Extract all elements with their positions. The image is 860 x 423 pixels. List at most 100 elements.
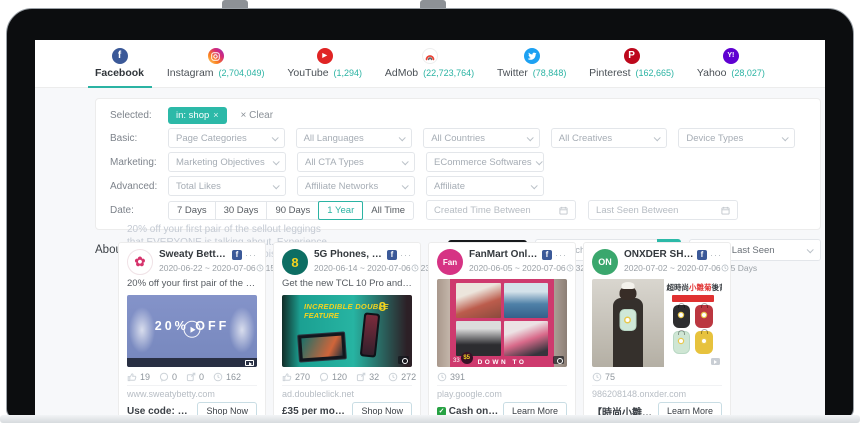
- ad-creative-image[interactable]: DOWN TO 33 $5: [437, 279, 567, 367]
- dropdown-ecommerce-softwares[interactable]: ECommerce Softwares: [426, 152, 544, 172]
- ad-domain[interactable]: www.sweatybetty.com: [127, 385, 257, 399]
- dropdown-creatives[interactable]: All Creatives: [551, 128, 668, 148]
- date-30-days-button[interactable]: 30 Days: [215, 201, 268, 220]
- date-range-segment: 7 Days 30 Days 90 Days 1 Year All Time: [168, 201, 414, 220]
- card-menu-icon[interactable]: ···: [710, 250, 722, 260]
- ad-creative-video[interactable]: 20% OFF: [127, 295, 257, 367]
- clock-icon: [437, 372, 447, 382]
- ad-card[interactable]: ✿ Sweaty Betty London | Wom… f ··· 2020-…: [118, 242, 266, 417]
- ad-date-range: 2020-07-02 ~ 2020-07-06: [624, 263, 721, 273]
- photo-type-icon: [553, 356, 564, 364]
- tab-pinterest[interactable]: P Pinterest (162,665): [589, 40, 674, 88]
- ad-creative-image[interactable]: 超時尚小雛菊後背包: [592, 279, 722, 367]
- model-photo: [592, 279, 664, 367]
- clock-icon: [213, 372, 223, 382]
- shoe-photo: [456, 283, 501, 318]
- date-90-days-button[interactable]: 90 Days: [266, 201, 319, 220]
- yahoo-icon: Y!: [723, 48, 739, 64]
- facebook-icon: f: [232, 250, 242, 260]
- selected-label: Selected:: [110, 110, 168, 121]
- tab-twitter[interactable]: Twitter (78,848): [497, 40, 566, 88]
- last-seen-between-input[interactable]: Last Seen Between: [588, 200, 738, 220]
- like-stat: 19: [127, 372, 150, 382]
- expand-icon[interactable]: [711, 358, 720, 365]
- duration-stat: 162: [213, 372, 241, 382]
- advertiser-name[interactable]: FanMart Online Shopping - F…: [469, 249, 539, 260]
- backpack-variant: [695, 305, 713, 328]
- card-menu-icon[interactable]: ···: [555, 250, 567, 260]
- dropdown-affiliate[interactable]: Affiliate: [426, 176, 544, 196]
- play-icon[interactable]: [184, 321, 201, 338]
- chevron-down-icon: [654, 134, 661, 141]
- chevron-down-icon: [807, 246, 814, 253]
- tab-admob[interactable]: AdMob (22,723,764): [385, 40, 474, 88]
- advertiser-name[interactable]: 5G Phones, Tablets & SIMs | …: [314, 249, 384, 260]
- backpack-variant: [673, 331, 691, 354]
- video-expand-icon[interactable]: [245, 360, 254, 366]
- dropdown-marketing-objectives[interactable]: Marketing Objectives: [168, 152, 286, 172]
- tab-youtube[interactable]: ▶ YouTube (1,294): [287, 40, 362, 88]
- comment-icon: [319, 372, 329, 382]
- chevron-down-icon: [782, 134, 789, 141]
- ad-domain[interactable]: ad.doubleclick.net: [282, 385, 412, 399]
- ad-card[interactable]: Fan FanMart Online Shopping - F… f ··· 2…: [428, 242, 576, 417]
- date-all-time-button[interactable]: All Time: [362, 201, 414, 220]
- ad-card[interactable]: 8 5G Phones, Tablets & SIMs | … f ··· 20…: [273, 242, 421, 417]
- ad-domain[interactable]: play.google.com: [437, 385, 567, 399]
- youtube-icon: ▶: [317, 48, 333, 64]
- tab-yahoo[interactable]: Y! Yahoo (28,027): [697, 40, 765, 88]
- dropdown-total-likes[interactable]: Total Likes: [168, 176, 286, 196]
- filter-row-date: Date: 7 Days 30 Days 90 Days 1 Year All …: [110, 198, 806, 222]
- ad-text: Get the new TCL 10 Pro and bag a free TC…: [282, 278, 412, 291]
- selected-filter-chip[interactable]: in: shop×: [168, 107, 227, 124]
- laptop-mockup: f Facebook Instagram (2,704,049) ▶ YouTu…: [0, 0, 860, 423]
- tab-facebook[interactable]: f Facebook: [95, 40, 144, 88]
- chevron-down-icon: [535, 158, 542, 165]
- ad-text: 20% off your first pair of the sellout l…: [127, 278, 257, 291]
- dropdown-affiliate-networks[interactable]: Affiliate Networks: [297, 176, 415, 196]
- advertiser-name[interactable]: ONXDER SHOP: [624, 249, 694, 260]
- facebook-icon: f: [542, 250, 552, 260]
- card-menu-icon[interactable]: ···: [400, 250, 412, 260]
- video-bar: [127, 358, 257, 367]
- filter-row-selected: Selected: in: shop× × Clear: [110, 104, 806, 126]
- comment-stat: 120: [319, 372, 347, 382]
- created-time-between-input[interactable]: Created Time Between: [426, 200, 576, 220]
- share-stat: 32: [356, 372, 379, 382]
- chevron-down-icon: [402, 182, 409, 189]
- clock-icon: [411, 264, 419, 272]
- ad-creative-image[interactable]: INCREDIBLE DOUBLE FEATURE 8: [282, 295, 412, 367]
- backpack-graphic: [619, 309, 636, 331]
- like-icon: [127, 372, 137, 382]
- date-label: Date:: [110, 205, 168, 216]
- collage-frame: DOWN TO 33 $5: [450, 279, 554, 367]
- tab-label: AdMob (22,723,764): [385, 67, 474, 79]
- ad-card-list: ✿ Sweaty Betty London | Wom… f ··· 2020-…: [118, 242, 731, 417]
- dropdown-cta-types[interactable]: All CTA Types: [297, 152, 415, 172]
- ad-card[interactable]: ON ONXDER SHOP f ··· 2020-07-02 ~ 2020-0…: [583, 242, 731, 417]
- date-1-year-button[interactable]: 1 Year: [318, 201, 363, 220]
- calendar-icon: [559, 206, 568, 215]
- dropdown-page-categories[interactable]: Page Categories: [168, 128, 285, 148]
- advanced-label: Advanced:: [110, 181, 168, 192]
- dropdown-languages[interactable]: All Languages: [296, 128, 413, 148]
- tab-label: Instagram (2,704,049): [167, 67, 265, 79]
- basic-label: Basic:: [110, 133, 168, 144]
- ad-domain[interactable]: 986208148.onxder.com: [592, 385, 722, 399]
- clear-filters-link[interactable]: × Clear: [241, 110, 274, 121]
- like-icon: [282, 372, 292, 382]
- tab-instagram[interactable]: Instagram (2,704,049): [167, 40, 265, 88]
- dropdown-device-types[interactable]: Device Types: [678, 128, 795, 148]
- comment-stat: 0: [159, 372, 177, 382]
- card-menu-icon[interactable]: ···: [245, 250, 257, 260]
- like-stat: 270: [282, 372, 310, 382]
- facebook-icon: f: [112, 48, 128, 64]
- chip-close-icon[interactable]: ×: [213, 110, 218, 120]
- date-7-days-button[interactable]: 7 Days: [168, 201, 216, 220]
- dropdown-countries[interactable]: All Countries: [423, 128, 540, 148]
- share-stat: 0: [186, 372, 204, 382]
- calendar-icon: [721, 206, 730, 215]
- advertiser-name[interactable]: Sweaty Betty London | Wom…: [159, 249, 229, 260]
- duration-stat: 272: [388, 372, 416, 382]
- brand-badge: 8: [379, 299, 386, 314]
